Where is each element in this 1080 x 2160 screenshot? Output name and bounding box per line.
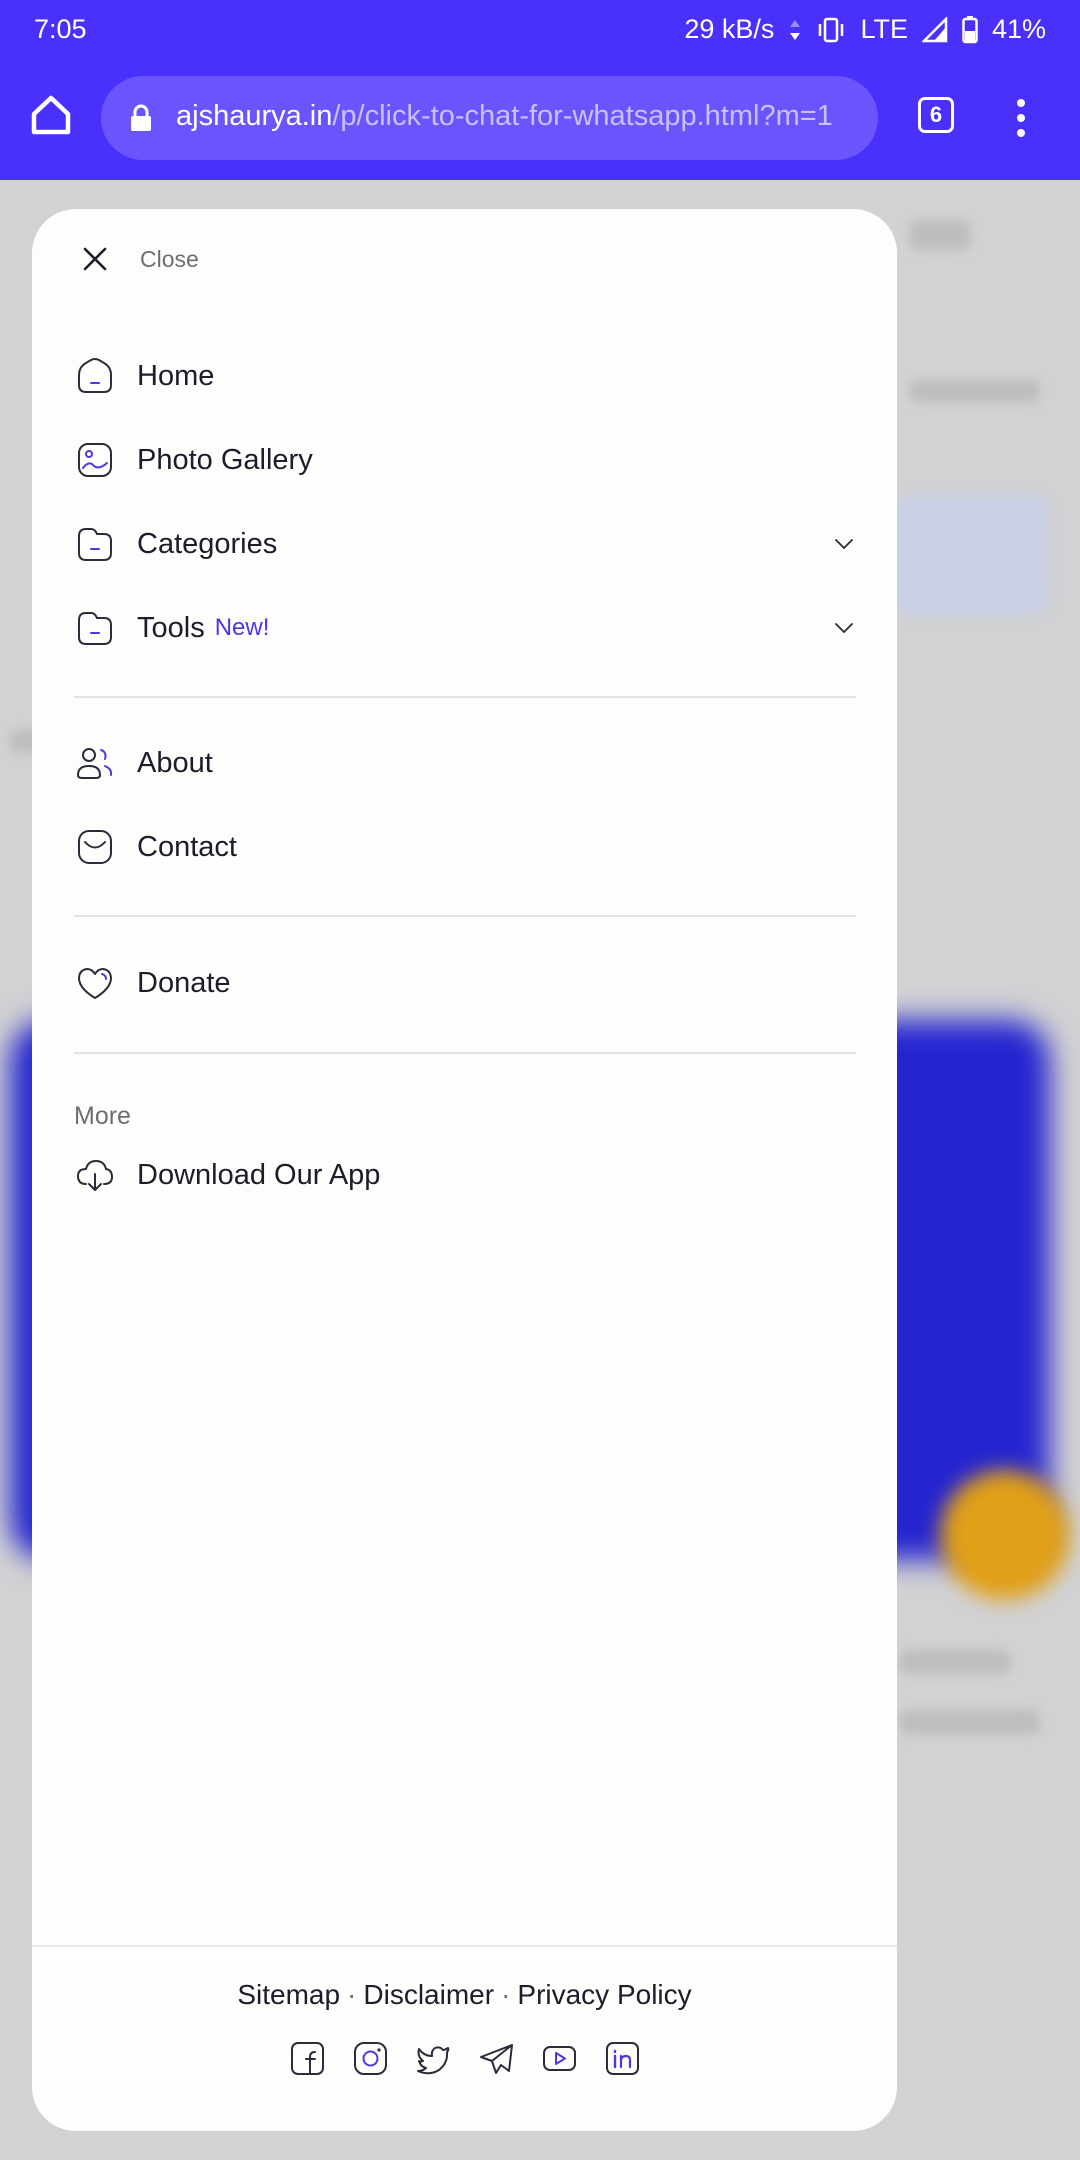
link-separator: · [347,1979,357,2010]
new-badge: New! [214,614,270,641]
instagram-icon[interactable] [352,2040,389,2077]
network-speed: 29 kB/s [684,14,775,44]
url-text: ajshaurya.in/p/click-to-chat-for-whatsap… [176,100,833,133]
drawer-footer: Sitemap · Disclaimer · Privacy Policy [32,1945,897,2131]
address-bar[interactable]: ajshaurya.in/p/click-to-chat-for-whatsap… [101,76,878,160]
lock-icon [131,104,151,131]
disclaimer-link[interactable]: Disclaimer [363,1979,494,2010]
status-bar: 7:05 29 kB/s LTE 41% [0,0,1080,60]
chevron-down-icon [835,539,853,550]
sitemap-link[interactable]: Sitemap [237,1979,340,2010]
folder-icon [74,607,116,649]
nav-item-label: Contact [137,830,237,863]
folder-icon [74,523,116,565]
navigation-drawer: Close Home Photo Gallery Categories Tool… [32,209,897,2131]
data-arrows-icon [788,18,802,42]
privacy-policy-link[interactable]: Privacy Policy [517,1979,691,2010]
status-time: 7:05 [34,14,87,44]
nav-item-contact[interactable]: Contact [74,816,856,878]
twitter-icon[interactable] [415,2040,452,2077]
nav-item-label: Donate [137,966,231,999]
home-icon [74,355,116,397]
users-icon [74,742,116,784]
social-links [32,2040,897,2077]
url-path: /p/click-to-chat-for-whatsapp.html?m=1 [332,100,833,132]
nav-item-categories[interactable]: Categories [74,513,856,575]
battery-level: 41% [991,14,1046,44]
image-icon [74,439,116,481]
link-separator: · [501,1979,511,2010]
nav-item-label: About [137,746,213,779]
youtube-icon[interactable] [541,2040,578,2077]
overflow-menu-icon[interactable] [1010,96,1032,140]
divider [74,915,856,917]
tab-switcher-button[interactable]: 6 [918,97,954,133]
close-button[interactable]: Close [78,239,199,279]
nav-item-about[interactable]: About [74,732,856,794]
nav-item-donate[interactable]: Donate [74,952,856,1014]
facebook-icon[interactable] [289,2040,326,2077]
close-icon [83,247,107,271]
nav-item-label: Tools [137,611,205,644]
signal-icon [921,16,948,43]
divider [74,696,856,698]
vibrate-icon [816,17,846,43]
url-domain: ajshaurya.in [176,100,333,132]
nav-item-label: Home [137,359,215,392]
battery-icon [962,15,978,44]
more-section-heading: More [74,1102,131,1130]
close-label: Close [140,245,199,272]
chevron-down-icon [835,623,853,634]
network-type: LTE [860,14,908,44]
footer-links: Sitemap · Disclaimer · Privacy Policy [32,1979,897,2011]
mail-icon [74,826,116,868]
linkedin-icon[interactable] [604,2040,641,2077]
status-icons: 29 kB/s LTE 41% [684,14,1046,45]
heart-icon [74,962,116,1004]
nav-item-photo-gallery[interactable]: Photo Gallery [74,429,856,491]
divider [74,1052,856,1054]
nav-item-download-app[interactable]: Download Our App [74,1144,856,1206]
telegram-icon[interactable] [478,2040,515,2077]
nav-item-tools[interactable]: Tools New! [74,597,856,659]
nav-item-label: Categories [137,527,278,560]
home-icon[interactable] [28,92,74,138]
nav-item-home[interactable]: Home [74,345,856,407]
nav-item-label: Download Our App [137,1158,381,1191]
nav-item-label: Photo Gallery [137,443,313,476]
browser-toolbar: ajshaurya.in/p/click-to-chat-for-whatsap… [0,60,1080,180]
cloud-download-icon [74,1154,116,1196]
